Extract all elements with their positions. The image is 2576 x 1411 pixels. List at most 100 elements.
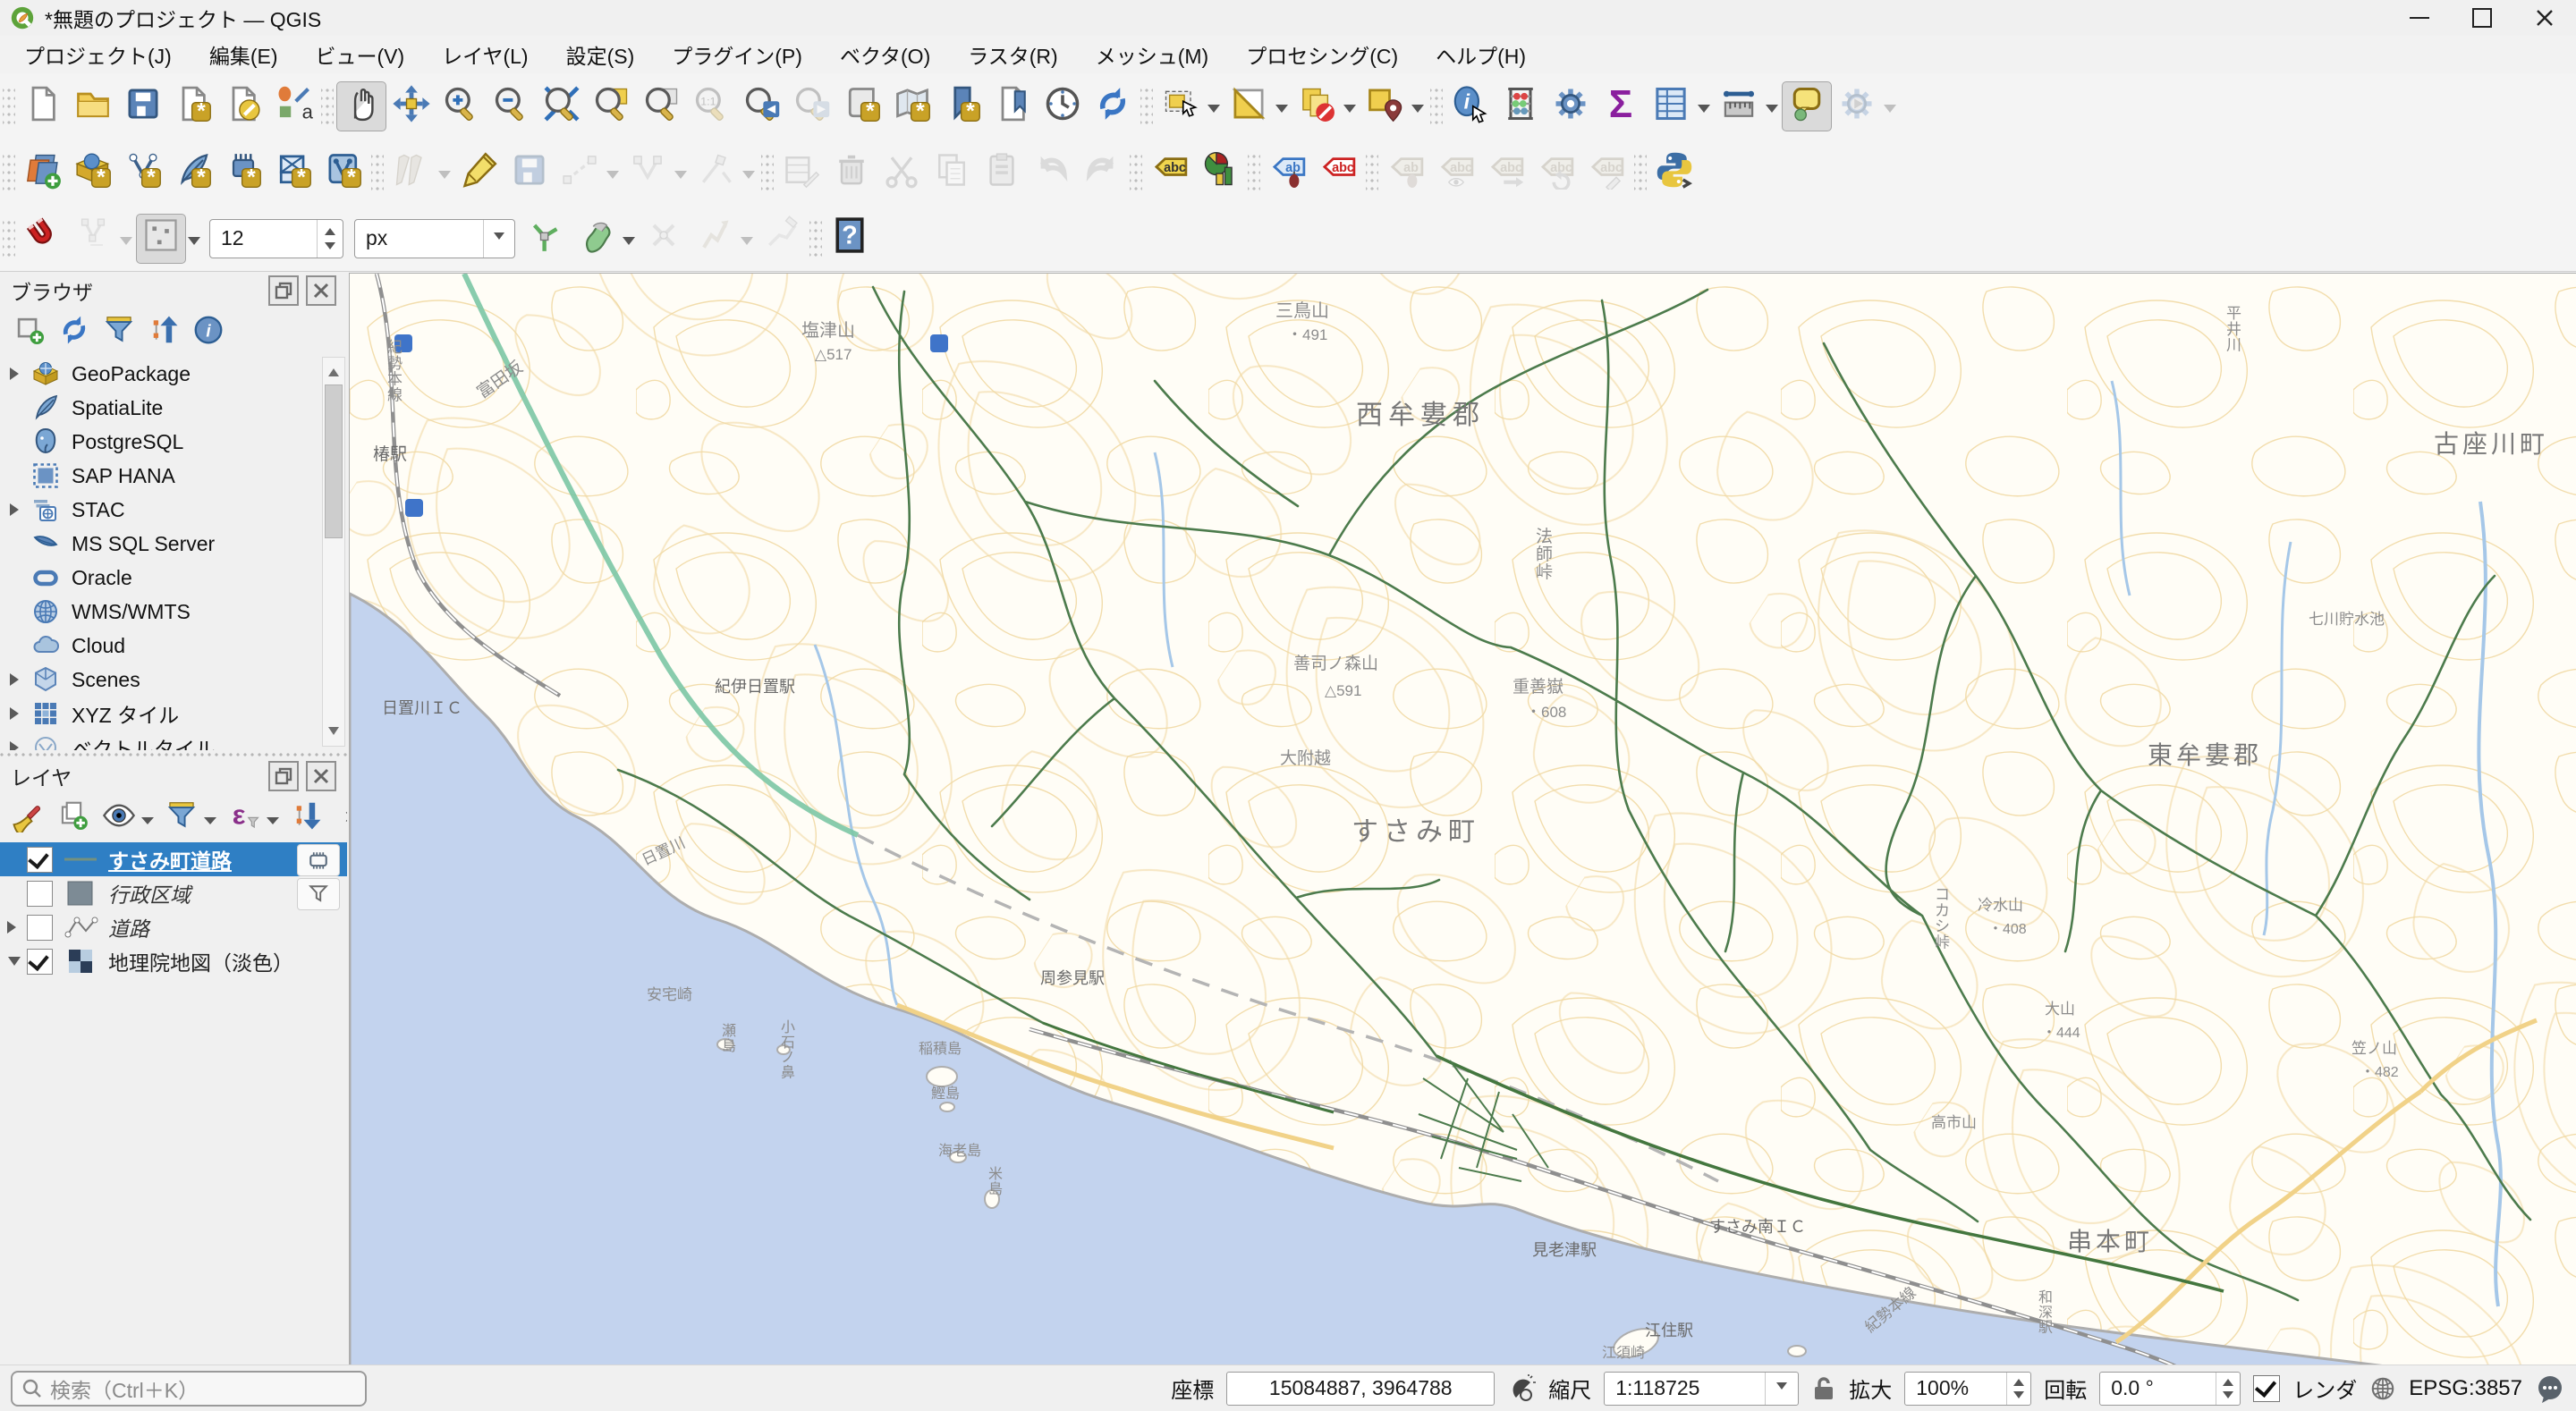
identify-features-button[interactable]: i	[1445, 81, 1496, 131]
expand-icon[interactable]	[10, 707, 25, 720]
render-checkbox[interactable]	[2253, 1375, 2280, 1402]
panel-splitter[interactable]	[0, 750, 347, 758]
new-mesh-layer-button[interactable]: *	[268, 148, 318, 198]
help-button[interactable]: ?	[825, 214, 875, 264]
data-source-manager-button[interactable]	[18, 148, 68, 198]
zoom-native-button[interactable]: 1:1	[687, 81, 737, 131]
measure-line-button[interactable]	[1714, 81, 1764, 131]
pan-map-button[interactable]	[336, 81, 386, 131]
layer-indicator-filter[interactable]	[297, 878, 340, 910]
temporal-controller-button[interactable]	[1038, 81, 1088, 131]
new-gpx-layer-button[interactable]: *	[318, 148, 369, 198]
browser-item-stac[interactable]: STAC	[0, 493, 347, 527]
current-edits-button[interactable]	[386, 148, 436, 198]
browser-float-button[interactable]	[268, 275, 299, 306]
statistical-summary-button[interactable]	[1496, 81, 1546, 131]
show-spatial-bookmarks-button[interactable]	[987, 81, 1038, 131]
maximize-button[interactable]	[2451, 0, 2513, 36]
open-project-button[interactable]	[68, 81, 118, 131]
topological-editing-button[interactable]	[521, 214, 571, 264]
layer-visibility-checkbox[interactable]	[27, 847, 53, 873]
refresh-browser-button[interactable]	[54, 312, 95, 353]
menu-item-8[interactable]: ラスタ(R)	[949, 36, 1076, 73]
modify-attributes-dropdown-icon[interactable]	[742, 171, 755, 185]
select-by-location-dropdown-icon[interactable]	[1411, 105, 1424, 119]
filter-legend-dropdown-icon[interactable]	[204, 817, 216, 831]
messages-button[interactable]	[2535, 1373, 2565, 1404]
layer-item-3[interactable]: 道路	[0, 910, 347, 944]
new-virtual-layer-button[interactable]: *	[218, 148, 268, 198]
lock-scale-icon[interactable]	[1811, 1375, 1836, 1402]
cut-features-button[interactable]	[877, 148, 927, 198]
toggle-editing-button[interactable]	[454, 148, 504, 198]
menu-item-5[interactable]: 設定(S)	[547, 36, 654, 73]
manage-map-themes-dropdown-icon[interactable]	[141, 817, 154, 831]
snapping-on-intersection-button[interactable]	[639, 214, 689, 264]
select-features-by-value-dropdown-icon[interactable]	[1275, 105, 1288, 119]
python-console-button[interactable]	[1649, 148, 1699, 198]
tracing-offset-button[interactable]	[757, 214, 807, 264]
expand-icon[interactable]	[7, 921, 22, 934]
undo-button[interactable]	[1027, 148, 1077, 198]
browser-item-oracle[interactable]: Oracle	[0, 561, 347, 595]
panel-overflow-button[interactable]: »	[331, 798, 347, 839]
show-hidden-labels-button[interactable]: abc	[1431, 148, 1481, 198]
browser-item-ms-sql-server[interactable]: MS SQL Server	[0, 527, 347, 561]
filter-by-expression-dropdown-icon[interactable]	[267, 817, 279, 831]
redo-button[interactable]	[1077, 148, 1127, 198]
show-hide-labels-button[interactable]: ab	[1381, 148, 1431, 198]
scale-combobox[interactable]: 1:118725	[1604, 1372, 1799, 1406]
new-shapefile-layer-button[interactable]: *	[118, 148, 168, 198]
menu-item-2[interactable]: 編集(E)	[191, 36, 297, 73]
zoom-out-button[interactable]	[487, 81, 537, 131]
snapping-mode-settings-dropdown-icon[interactable]	[188, 237, 200, 251]
select-features-by-value-button[interactable]	[1224, 81, 1274, 131]
menu-item-3[interactable]: ビュー(V)	[297, 36, 424, 73]
open-attribute-table-dropdown-icon[interactable]	[1698, 105, 1710, 119]
open-attribute-table-button[interactable]	[1646, 81, 1696, 131]
menu-item-11[interactable]: ヘルプ(H)	[1417, 36, 1545, 73]
layer-visibility-checkbox[interactable]	[27, 949, 53, 975]
add-group-button[interactable]	[54, 798, 95, 839]
menu-item-1[interactable]: プロジェクト(J)	[5, 36, 191, 73]
add-selected-layers-button[interactable]	[9, 312, 50, 353]
new-project-button[interactable]	[18, 81, 68, 131]
trace-digitizing-dropdown-icon[interactable]	[741, 237, 753, 251]
modify-attributes-button[interactable]	[691, 148, 741, 198]
browser-scrollbar[interactable]	[322, 357, 345, 747]
new-spatial-bookmark-button[interactable]: *	[937, 81, 987, 131]
new-spatialite-layer-button[interactable]: *	[168, 148, 218, 198]
run-feature-action-button[interactable]	[1832, 81, 1882, 131]
layer-visibility-checkbox[interactable]	[27, 915, 53, 941]
minimize-button[interactable]	[2388, 0, 2451, 36]
menu-item-4[interactable]: レイヤ(L)	[423, 36, 547, 73]
scrollbar-thumb[interactable]	[325, 384, 343, 538]
snapping-mode-settings-button[interactable]	[136, 214, 186, 264]
save-layer-edits-button[interactable]	[504, 148, 555, 198]
browser-item-sap-hana[interactable]: SAP HANA	[0, 459, 347, 493]
run-feature-action-dropdown-icon[interactable]	[1884, 105, 1896, 119]
deselect-features-button[interactable]	[1292, 81, 1342, 131]
layer-item-1[interactable]: すさみ町道路	[0, 842, 347, 876]
avoid-overlap-dropdown-icon[interactable]	[623, 237, 635, 251]
avoid-overlap-button[interactable]	[571, 214, 621, 264]
refresh-map-button[interactable]	[1088, 81, 1138, 131]
vertex-tool-dropdown-icon[interactable]	[674, 171, 687, 185]
enable-snapping-button[interactable]	[18, 214, 68, 264]
zoom-full-button[interactable]	[537, 81, 587, 131]
open-layer-styling-button[interactable]	[9, 798, 50, 839]
browser-item-geopackage[interactable]: GeoPackage	[0, 357, 347, 391]
filter-legend-button[interactable]	[161, 798, 202, 839]
filter-by-expression-button[interactable]: ε	[224, 798, 265, 839]
multiedit-attributes-button[interactable]	[776, 148, 826, 198]
menu-item-6[interactable]: プラグイン(P)	[653, 36, 821, 73]
move-label-button[interactable]: abc	[1481, 148, 1531, 198]
collapse-all-button[interactable]	[143, 312, 184, 353]
browser-item--[interactable]: ベクトルタイル	[0, 731, 347, 750]
measure-line-dropdown-icon[interactable]	[1766, 105, 1778, 119]
map-canvas[interactable]: 塩津山△517三鳥山・491富田坂紀勢本線椿駅西牟婁郡古座川町平井川法師峠善司ノ…	[349, 273, 2576, 1365]
browser-close-button[interactable]	[306, 275, 336, 306]
zoom-to-selection-button[interactable]	[637, 81, 687, 131]
map-tips-button[interactable]	[1782, 81, 1832, 131]
copy-features-button[interactable]	[927, 148, 977, 198]
